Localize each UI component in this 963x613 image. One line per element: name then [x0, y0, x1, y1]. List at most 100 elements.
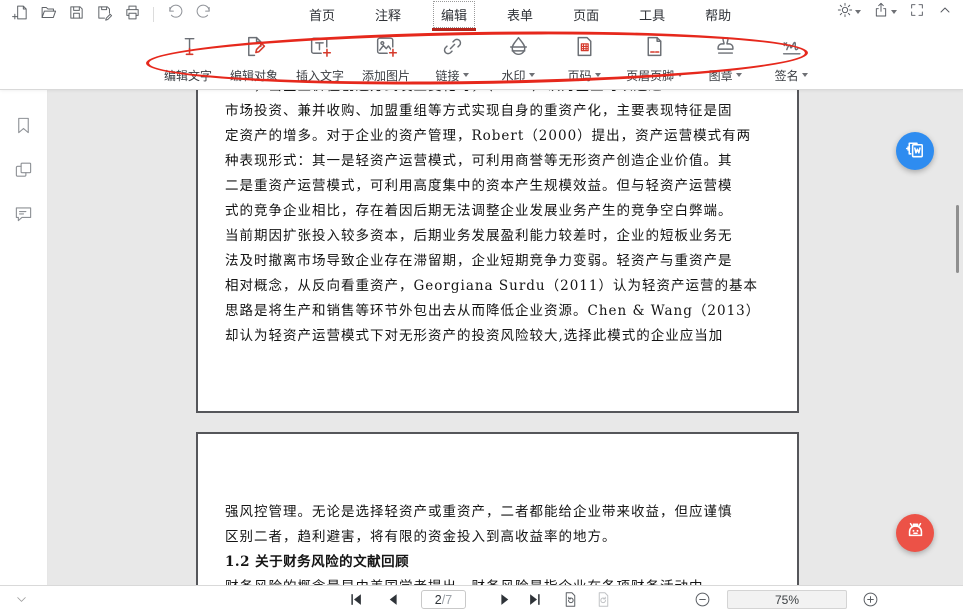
page-number-input[interactable]: 2 /7	[421, 590, 466, 609]
tab-comment[interactable]: 注释	[368, 2, 408, 27]
open-file-button[interactable]	[36, 2, 60, 26]
signature-button[interactable]: 签名	[767, 34, 815, 84]
tool-label: 添加图片	[362, 67, 410, 84]
next-page-button[interactable]	[497, 592, 512, 607]
thumbnails-icon	[14, 167, 33, 182]
vertical-scrollbar[interactable]	[956, 205, 959, 273]
pdf-page-1[interactable]: ……，当企业价值创造方式发生变化时，（2012）认为企业可以通过 市场投资、兼并…	[196, 90, 799, 413]
redo-button[interactable]	[191, 2, 215, 26]
previous-view-button[interactable]	[562, 591, 579, 608]
share-button[interactable]	[873, 2, 897, 21]
thumbnails-panel-button[interactable]	[14, 160, 33, 182]
chevron-down-icon	[891, 10, 897, 14]
new-file-button[interactable]	[8, 2, 32, 26]
link-button[interactable]: 链接	[428, 34, 476, 84]
print-icon	[124, 4, 141, 24]
text-line: 强风控管理。无论是选择轻资产或重资产，二者都能给企业带来收益，但应谨慎	[225, 500, 773, 525]
tab-tools[interactable]: 工具	[632, 2, 672, 27]
tab-form[interactable]: 表单	[500, 2, 540, 27]
tool-label: 水印	[502, 67, 526, 84]
tool-label: 页眉页脚	[626, 67, 674, 84]
fullscreen-button[interactable]	[909, 2, 925, 21]
tab-help[interactable]: 帮助	[698, 2, 738, 27]
previous-page-button[interactable]	[386, 592, 401, 607]
text-line: 思路是将生产和销售等环节外包出去从而降低企业资源。Chen & Wang（201…	[225, 299, 773, 324]
chevron-down-icon	[529, 73, 535, 77]
collapse-panel-button[interactable]	[14, 592, 29, 607]
section-heading: 1.2 关于财务风险的文献回顾	[225, 550, 773, 575]
page-number-button[interactable]: 页码	[560, 34, 608, 84]
bookmarks-panel-button[interactable]	[14, 116, 33, 138]
status-bar: 2 /7 75%	[0, 585, 963, 613]
edit-object-button[interactable]: 编辑对象	[230, 34, 278, 84]
save-icon	[68, 4, 85, 24]
text-line: 市场投资、兼并收购、加盟重组等方式实现自身的重资产化，主要表现特征是固	[225, 99, 773, 124]
chevron-down-icon	[463, 73, 469, 77]
title-bar: 首页 注释 编辑 表单 页面 工具 帮助	[0, 0, 963, 28]
text-line: 相对概念，从反向看重资产，Georgiana Surdu（2011）认为轻资产运…	[225, 274, 773, 299]
tool-label: 编辑文字	[164, 67, 212, 84]
stamp-button[interactable]: 图章	[701, 34, 749, 84]
text-line: 法及时撤离市场导致企业存在滞留期，企业短期竞争力变弱。轻资产与重资产是	[225, 249, 773, 274]
redo-icon	[195, 4, 212, 24]
comments-icon	[14, 211, 33, 226]
collapse-toolbar-button[interactable]	[937, 2, 953, 21]
edit-text-button[interactable]: 编辑文字	[164, 34, 212, 84]
quick-actions	[8, 2, 215, 26]
watermark-icon	[506, 34, 531, 62]
pdf-editor-window: 首页 注释 编辑 表单 页面 工具 帮助 编辑文字 编辑对象 插入文字	[0, 0, 963, 613]
link-icon	[440, 34, 465, 62]
chevron-down-icon	[595, 73, 601, 77]
save-as-icon	[96, 4, 113, 24]
share-icon	[873, 2, 889, 21]
zoom-out-button[interactable]	[694, 591, 711, 608]
last-page-icon	[527, 592, 542, 607]
print-button[interactable]	[120, 2, 144, 26]
edit-object-icon	[242, 34, 267, 62]
add-image-icon	[374, 34, 399, 62]
theme-icon	[837, 2, 853, 21]
chevron-down-icon	[736, 73, 742, 77]
previous-view-icon	[562, 591, 579, 608]
zoom-in-icon	[862, 591, 879, 608]
pdf-page-2[interactable]: 强风控管理。无论是选择轻资产或重资产，二者都能给企业带来收益，但应谨慎 区别二者…	[196, 432, 799, 585]
open-file-icon	[40, 4, 57, 24]
save-as-button[interactable]	[92, 2, 116, 26]
fullscreen-icon	[909, 2, 925, 21]
tool-label: 图章	[709, 67, 733, 84]
comments-panel-button[interactable]	[14, 204, 33, 226]
last-page-button[interactable]	[527, 592, 542, 607]
chevron-up-icon	[937, 2, 953, 21]
tool-label: 插入文字	[296, 67, 344, 84]
theme-button[interactable]	[837, 2, 861, 21]
add-image-button[interactable]: 添加图片	[362, 34, 410, 84]
next-view-button[interactable]	[595, 591, 612, 608]
undo-button[interactable]	[163, 2, 187, 26]
zoom-in-button[interactable]	[862, 591, 879, 608]
chevron-down-icon	[14, 592, 29, 607]
tab-edit[interactable]: 编辑	[434, 2, 474, 27]
text-line-clipped: ……，当企业价值创造方式发生变化时，（2012）认为企业可以通过	[225, 90, 773, 99]
tool-label: 链接	[436, 67, 460, 84]
text-line: 区别二者，趋利避害，将有限的资金投入到高收益率的地方。	[225, 525, 773, 550]
convert-to-word-button[interactable]	[896, 132, 934, 170]
text-line: 却认为轻资产运营模式下对无形资产的投资风险较大,选择此模式的企业应当加	[225, 324, 773, 349]
page-number-icon	[572, 34, 597, 62]
tab-page[interactable]: 页面	[566, 2, 606, 27]
first-page-button[interactable]	[349, 592, 364, 607]
text-line: 当前期因扩张投入较多资本，后期业务发展盈利能力较差时，企业的短板业务无	[225, 224, 773, 249]
header-footer-icon	[642, 34, 667, 62]
tab-home[interactable]: 首页	[302, 2, 342, 27]
save-button[interactable]	[64, 2, 88, 26]
watermark-button[interactable]: 水印	[494, 34, 542, 84]
ai-assistant-button[interactable]	[896, 514, 934, 552]
text-line: 种表现形式：其一是轻资产运营模式，可利用商誉等无形资产创造企业价值。其	[225, 149, 773, 174]
zoom-out-icon	[694, 591, 711, 608]
edit-toolbar: 编辑文字 编辑对象 插入文字 添加图片 链接 水印 页码 页眉页脚	[0, 28, 963, 90]
tool-label: 签名	[775, 67, 799, 84]
chevron-down-icon	[802, 73, 808, 77]
chevron-down-icon	[677, 73, 683, 77]
insert-text-button[interactable]: 插入文字	[296, 34, 344, 84]
header-footer-button[interactable]: 页眉页脚	[626, 34, 683, 84]
zoom-level-control[interactable]: 75%	[727, 590, 847, 609]
